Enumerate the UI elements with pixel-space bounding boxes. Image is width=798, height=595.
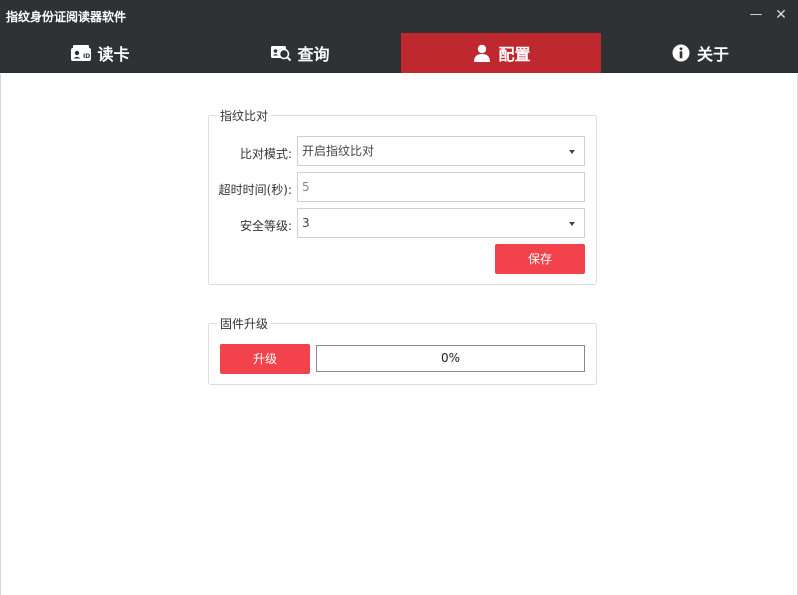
config-panel: 指纹比对 比对模式: 开启指纹比对 超时时间(秒): 5 安全等级: 3 保存 … [0,74,798,595]
tab-config[interactable]: 配置 [401,33,601,73]
tab-read-card-label: 读卡 [97,45,130,64]
timeout-label: 超时时间(秒): [218,183,292,197]
upgrade-button[interactable]: 升级 [220,344,310,374]
tab-about[interactable]: 关于 [601,33,798,73]
tab-query[interactable]: 查询 [200,33,400,73]
progress-text: 0% [440,351,461,365]
fingerprint-group: 指纹比对 比对模式: 开启指纹比对 超时时间(秒): 5 安全等级: 3 保存 [208,107,597,285]
id-card-icon: ID [70,43,92,63]
tab-read-card[interactable]: ID 读卡 [0,33,200,73]
compare-mode-select[interactable]: 开启指纹比对 [297,136,585,166]
timeout-input[interactable]: 5 [297,172,585,202]
tab-config-label: 配置 [498,45,531,64]
window-title: 指纹身份证阅读器软件 [6,10,127,24]
user-icon [471,43,493,63]
fingerprint-group-title: 指纹比对 [217,107,272,124]
chevron-down-icon [569,150,575,154]
info-icon [670,43,692,63]
timeout-value: 5 [302,180,310,194]
security-level-select[interactable]: 3 [297,208,585,238]
main-nav: ID 读卡 查询 配置 关于 [0,33,798,73]
firmware-group-title: 固件升级 [217,315,272,332]
chevron-down-icon [569,222,575,226]
search-card-icon [270,43,292,63]
security-level-value: 3 [302,216,310,230]
compare-mode-value: 开启指纹比对 [302,144,375,158]
close-button[interactable]: ✕ [772,6,790,24]
tab-query-label: 查询 [297,45,330,64]
tab-about-label: 关于 [696,45,729,64]
title-bar: 指纹身份证阅读器软件 — ✕ [0,0,798,33]
minimize-button[interactable]: — [747,6,765,24]
compare-mode-label: 比对模式: [239,147,292,161]
save-button[interactable]: 保存 [495,244,585,274]
svg-text:ID: ID [83,53,90,60]
security-level-label: 安全等级: [239,219,292,233]
firmware-group: 固件升级 升级 0% [208,315,597,385]
upgrade-progress-bar: 0% [316,345,585,372]
